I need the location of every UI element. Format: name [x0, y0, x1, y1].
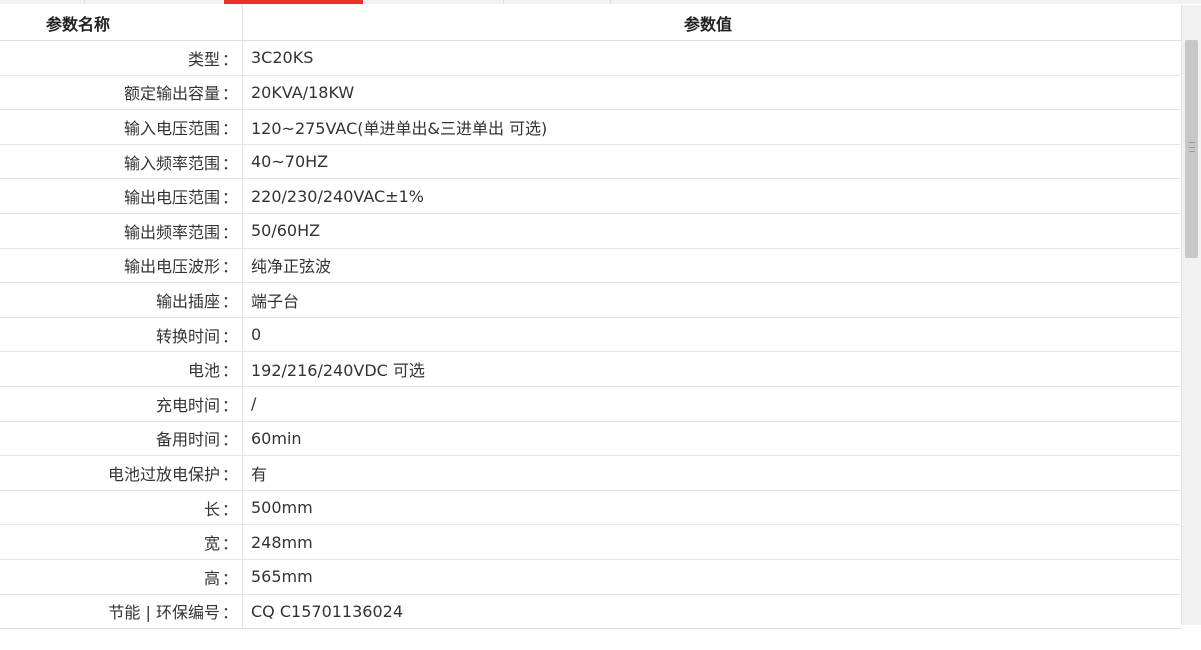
label-separator: ：	[221, 49, 238, 69]
label-separator: ：	[221, 84, 238, 104]
param-name-cell: 额定输出容量：	[0, 75, 243, 110]
param-name-cell: 备用时间：	[0, 421, 243, 456]
label-separator: ：	[221, 118, 238, 138]
param-value: 500mm	[251, 498, 313, 518]
param-label: 宽	[203, 534, 220, 554]
grip-icon	[1189, 142, 1195, 152]
label-separator: ：	[221, 188, 238, 208]
param-value: 纯净正弦波	[251, 257, 332, 277]
param-label: 类型	[187, 49, 220, 69]
table-row: 转换时间： 0	[0, 317, 1181, 353]
param-label: 输出电压波形	[123, 257, 220, 277]
param-value: 端子台	[251, 291, 300, 311]
param-value: 60min	[251, 428, 302, 448]
table-row: 电池过放电保护： 有	[0, 456, 1181, 491]
param-name-cell: 电池：	[0, 352, 243, 386]
param-label: 输出插座	[155, 291, 220, 311]
table-row: 长： 500mm	[0, 490, 1181, 526]
param-name-cell: 输出频率范围：	[0, 213, 243, 248]
table-header: 参数名称 参数值	[0, 5, 1181, 41]
param-label: 充电时间	[155, 395, 220, 415]
param-label: 高	[203, 568, 220, 588]
table-row: 宽： 248mm	[0, 525, 1181, 560]
table-row: 备用时间： 60min	[0, 421, 1181, 457]
table-row: 类型： 3C20KS	[0, 41, 1181, 76]
table-row: 节能 | 环保编号： CQ C15701136024	[0, 594, 1181, 630]
param-name-cell: 电池过放电保护：	[0, 456, 243, 490]
param-value: 40~70HZ	[251, 152, 329, 172]
param-label: 额定输出容量	[123, 84, 220, 104]
table-row: 输入频率范围： 40~70HZ	[0, 144, 1181, 180]
param-label: 节能 | 环保编号	[108, 603, 220, 623]
spec-table: 参数名称 参数值 类型： 3C20KS 额定输出容量： 20KVA/18KW 输入电压范…	[0, 5, 1181, 630]
tab-4[interactable]	[363, 0, 504, 4]
tab-1[interactable]	[0, 0, 85, 4]
param-value: 565mm	[251, 567, 313, 587]
param-name-cell: 节能 | 环保编号：	[0, 594, 243, 629]
param-value: 20KVA/18KW	[251, 82, 355, 102]
table-row: 充电时间： /	[0, 386, 1181, 422]
label-separator: ：	[221, 361, 238, 381]
label-separator: ：	[221, 464, 238, 484]
param-label: 备用时间	[155, 430, 220, 450]
table-row: 额定输出容量： 20KVA/18KW	[0, 75, 1181, 111]
param-label: 输出频率范围	[123, 222, 220, 242]
param-value: 0	[251, 325, 262, 345]
param-name-cell: 长：	[0, 490, 243, 525]
label-separator: ：	[221, 291, 238, 311]
param-name-cell: 输出插座：	[0, 283, 243, 317]
param-value: 有	[251, 464, 268, 484]
param-value: CQ C15701136024	[251, 601, 403, 621]
param-name-cell: 宽：	[0, 525, 243, 559]
param-name-cell: 类型：	[0, 41, 243, 75]
param-value: 120~275VAC(单进单出&三进单出 可选)	[251, 118, 548, 138]
label-separator: ：	[221, 568, 238, 588]
param-label: 长	[203, 499, 220, 519]
param-name-cell: 充电时间：	[0, 386, 243, 421]
table-row: 高： 565mm	[0, 559, 1181, 595]
tab-strip	[0, 0, 1201, 4]
label-separator: ：	[221, 430, 238, 450]
table-row: 输出电压波形： 纯净正弦波	[0, 248, 1181, 284]
label-separator: ：	[221, 326, 238, 346]
param-label: 输入频率范围	[123, 153, 220, 173]
param-value: 3C20KS	[251, 48, 314, 68]
param-label: 输出电压范围	[123, 188, 220, 208]
param-label: 电池	[187, 361, 220, 381]
tab-5[interactable]	[503, 0, 611, 4]
header-param-name: 参数名称	[0, 5, 243, 40]
table-bottom-border	[0, 628, 1181, 629]
label-separator: ：	[221, 395, 238, 415]
table-row: 输出频率范围： 50/60HZ	[0, 213, 1181, 249]
tab-active[interactable]	[224, 0, 363, 4]
param-name-cell: 输入频率范围：	[0, 144, 243, 179]
vertical-scrollbar[interactable]	[1181, 5, 1201, 625]
param-value: 220/230/240VAC±1%	[251, 186, 424, 206]
tab-2[interactable]	[84, 0, 225, 4]
table-row: 输出插座： 端子台	[0, 283, 1181, 318]
param-name-cell: 转换时间：	[0, 317, 243, 352]
label-separator: ：	[221, 222, 238, 242]
param-label: 转换时间	[155, 326, 220, 346]
param-value: 248mm	[251, 532, 313, 552]
label-separator: ：	[221, 534, 238, 554]
label-separator: ：	[221, 257, 238, 277]
param-label: 电池过放电保护	[107, 464, 220, 484]
param-name-cell: 输入电压范围：	[0, 110, 243, 144]
label-separator: ：	[221, 153, 238, 173]
param-value: 192/216/240VDC 可选	[251, 361, 425, 381]
param-name-cell: 输出电压波形：	[0, 248, 243, 283]
scrollbar-thumb[interactable]	[1185, 40, 1198, 258]
label-separator: ：	[221, 603, 238, 623]
param-value: 50/60HZ	[251, 221, 321, 241]
table-row: 电池： 192/216/240VDC 可选	[0, 352, 1181, 387]
table-row: 输出电压范围： 220/230/240VAC±1%	[0, 179, 1181, 214]
param-name-cell: 高：	[0, 559, 243, 594]
label-separator: ：	[221, 499, 238, 519]
table-row: 输入电压范围： 120~275VAC(单进单出&三进单出 可选)	[0, 110, 1181, 145]
param-name-cell: 输出电压范围：	[0, 179, 243, 213]
param-label: 输入电压范围	[123, 118, 220, 138]
param-value: /	[251, 394, 257, 414]
header-param-value: 参数值	[683, 14, 732, 34]
